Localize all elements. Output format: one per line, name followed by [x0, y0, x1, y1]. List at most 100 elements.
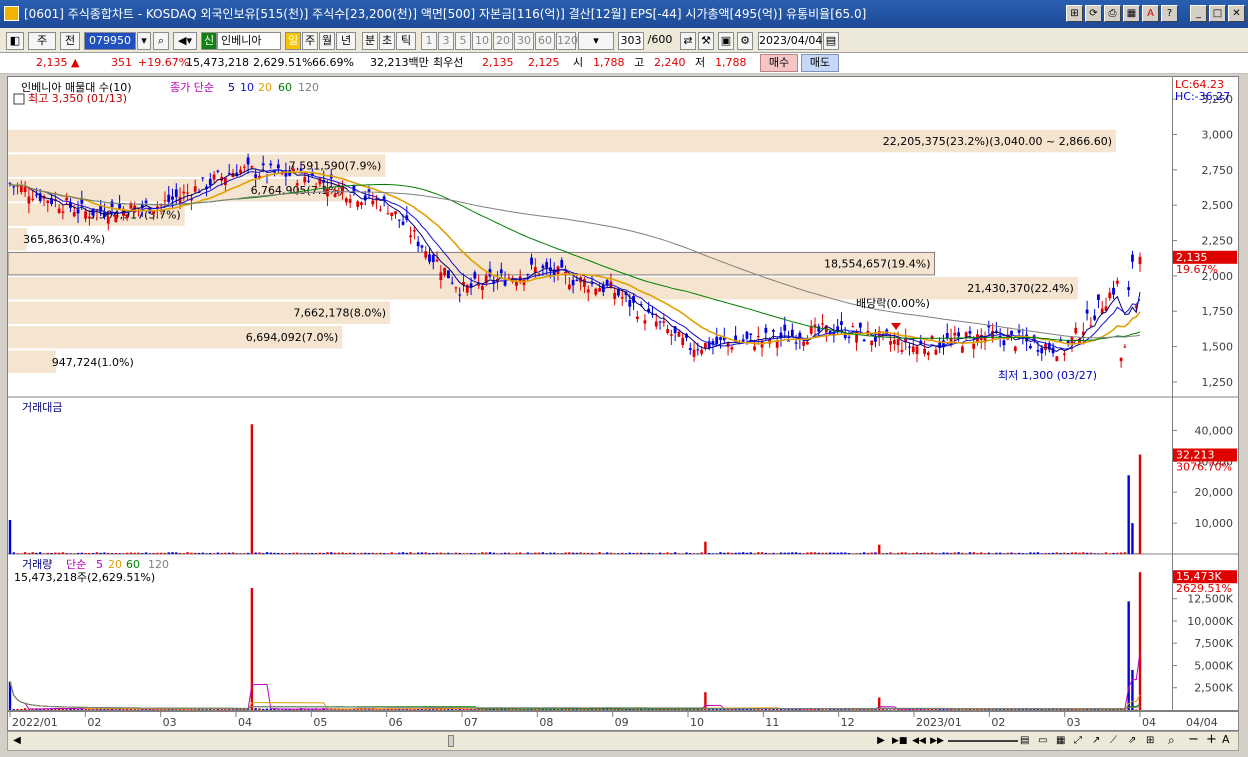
speaker-icon[interactable]: ◀▾ — [173, 32, 197, 50]
expand-icon[interactable]: ⤢ — [1074, 734, 1090, 748]
settings-icon[interactable]: ⚙ — [737, 32, 753, 50]
ma-legend-period: 60 — [278, 81, 292, 94]
candle-body — [787, 340, 790, 342]
prev-button[interactable]: 전 — [60, 32, 80, 50]
candle-body — [635, 316, 639, 320]
tab-second[interactable]: 초 — [379, 32, 395, 50]
print-icon[interactable]: ⎙ — [1104, 5, 1121, 22]
amount-bar — [477, 553, 480, 554]
amount-bar — [401, 552, 405, 554]
zoom-slider[interactable] — [948, 740, 1018, 742]
tool-icon[interactable]: ⚒ — [698, 32, 714, 50]
amount-bar — [836, 552, 839, 554]
candle-body — [367, 189, 371, 192]
sell-button[interactable]: 매도 — [801, 54, 839, 72]
candle-body — [344, 198, 348, 203]
refresh-icon[interactable]: ⟳ — [1085, 5, 1102, 22]
amount-bar — [621, 552, 624, 554]
interval-60[interactable]: 60 — [535, 32, 555, 50]
amount-bar — [912, 553, 915, 554]
amount-bar — [20, 553, 23, 554]
tab-year[interactable]: 년 — [336, 32, 356, 50]
amount-bar — [1025, 553, 1028, 554]
draw-arrow-icon[interactable]: ⇗ — [1128, 734, 1144, 748]
amount-bar — [1112, 552, 1115, 554]
amount-bar — [367, 552, 371, 554]
calendar-icon[interactable]: ▤ — [823, 32, 839, 50]
draw-line-icon[interactable]: ↗ — [1092, 734, 1108, 748]
date-input[interactable]: 2023/04/04 — [758, 32, 822, 50]
market-select[interactable]: 주 — [28, 32, 56, 50]
code-input[interactable]: 079950 — [84, 32, 136, 50]
chart-scrollbar[interactable]: ◀ ▶ ▶■ ◀◀ ▶▶ ▤ ▭ ▦ ⤢ ↗ ⟋ ⇗ ⊞ ⌕ − + A — [7, 731, 1239, 751]
volume-profile-label: 22,205,375(23.2%)(3,040.00 ~ 2,866.60) — [883, 135, 1112, 148]
toolbar: ◧ 주 전 079950 ▾ ⌕ ◀▾ 신 인베니아 일 주 월 년 분 초 틱… — [0, 28, 1248, 53]
interval-120[interactable]: 120 — [556, 32, 578, 50]
x-tick-label: 04 — [238, 716, 252, 729]
candle-body — [1040, 348, 1044, 354]
interval-20[interactable]: 20 — [493, 32, 513, 50]
font-size-icon[interactable]: A — [1222, 733, 1236, 747]
scroll-thumb[interactable] — [448, 735, 454, 747]
chart-type-icon[interactable]: ◧ — [6, 32, 24, 50]
buy-button[interactable]: 매수 — [760, 54, 798, 72]
interval-10[interactable]: 10 — [472, 32, 492, 50]
amount-bar — [1055, 552, 1059, 554]
tab-month[interactable]: 월 — [319, 32, 335, 50]
search-icon[interactable]: ⌕ — [153, 32, 169, 50]
font-icon[interactable]: A — [1142, 5, 1159, 22]
candle-body — [994, 330, 998, 332]
candle-body — [756, 335, 760, 337]
amount-bar — [692, 553, 696, 554]
zoom-out-icon[interactable]: − — [1188, 733, 1204, 747]
code-dropdown-icon[interactable]: ▾ — [137, 32, 151, 50]
play-icon[interactable]: ▶■ — [892, 734, 907, 748]
volume-ma-period: 60 — [126, 558, 140, 571]
interval-1[interactable]: 1 — [421, 32, 437, 50]
price-tick-label: 2,500 — [1202, 199, 1234, 212]
layout-icon[interactable]: ▦ — [1123, 5, 1140, 22]
interval-5[interactable]: 5 — [455, 32, 471, 50]
draw-trend-icon[interactable]: ⟋ — [1110, 734, 1126, 748]
compare-icon[interactable]: ⇄ — [680, 32, 696, 50]
grid-icon[interactable]: ▤ — [1020, 734, 1036, 748]
step-forward-icon[interactable]: ▶▶ — [930, 734, 944, 748]
amount-bar — [711, 553, 715, 554]
amount-bar — [1059, 552, 1062, 554]
amount-bar — [904, 552, 907, 554]
candle-body — [703, 342, 707, 349]
frame-icon[interactable]: ▭ — [1038, 734, 1054, 748]
chart-area[interactable]: 22,205,375(23.2%)(3,040.00 ~ 2,866.60) 7,… — [7, 76, 1173, 711]
amount-bar — [1040, 553, 1043, 554]
candle-body — [401, 221, 405, 225]
amount-bar — [564, 552, 567, 554]
maximize-button[interactable]: □ — [1209, 5, 1226, 22]
amount-bar — [775, 553, 779, 554]
layout-icon[interactable]: ▦ — [1056, 734, 1072, 748]
amount-bar — [65, 553, 68, 554]
link-icon[interactable]: ⊞ — [1066, 5, 1083, 22]
count-input[interactable]: 303 — [618, 32, 644, 50]
interval-select[interactable]: ▾ — [578, 32, 614, 50]
minimize-button[interactable]: _ — [1190, 5, 1207, 22]
zoom-icon[interactable]: ⌕ — [1168, 733, 1184, 747]
interval-3[interactable]: 3 — [438, 32, 454, 50]
tab-week[interactable]: 주 — [302, 32, 318, 50]
amount-bar — [519, 552, 522, 554]
candle-body — [72, 212, 76, 217]
step-back-icon[interactable]: ◀◀ — [912, 734, 926, 748]
tab-tick[interactable]: 틱 — [396, 32, 416, 50]
amount-bar — [307, 553, 310, 554]
close-button[interactable]: ✕ — [1228, 5, 1245, 22]
candle-body — [658, 321, 662, 323]
tab-day[interactable]: 일 — [285, 32, 301, 50]
interval-30[interactable]: 30 — [514, 32, 534, 50]
save-icon[interactable]: ▣ — [718, 32, 734, 50]
zoom-in-icon[interactable]: + — [1206, 733, 1222, 747]
tab-minute[interactable]: 분 — [362, 32, 378, 50]
scroll-left-icon[interactable]: ◀ — [10, 734, 24, 748]
scroll-right-icon[interactable]: ▶ — [874, 734, 888, 748]
fit-icon[interactable]: ⊞ — [1146, 734, 1162, 748]
count-max: /600 — [647, 33, 673, 46]
help-icon[interactable]: ? — [1161, 5, 1178, 22]
